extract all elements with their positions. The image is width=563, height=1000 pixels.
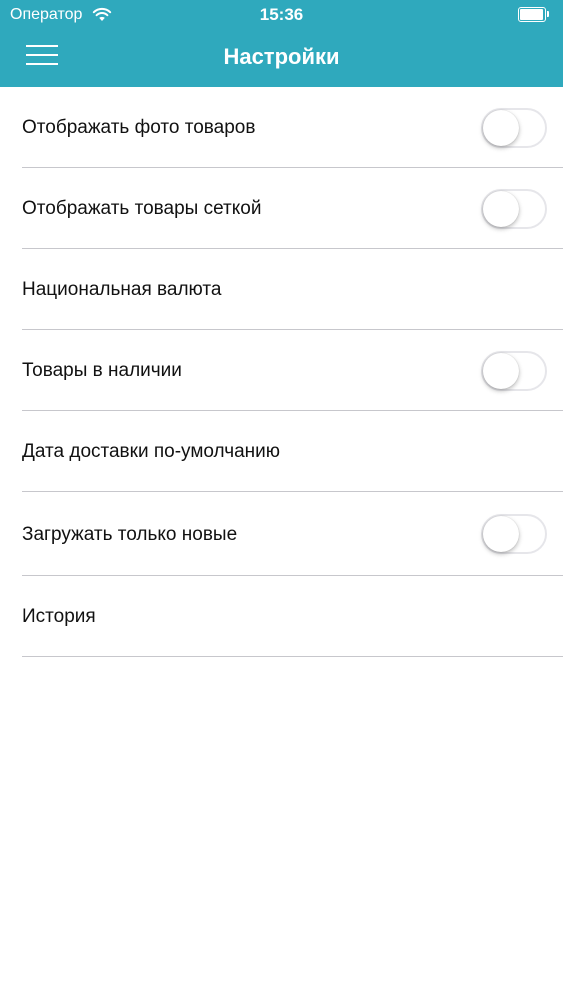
setting-label: Товары в наличии [22, 360, 182, 381]
settings-list: Отображать фото товаров Отображать товар… [0, 87, 563, 657]
toggle-knob [483, 353, 519, 389]
nav-bar: Оператор 15:36 Настройки [0, 0, 563, 87]
toggle-switch[interactable] [481, 108, 547, 148]
page-title: Настройки [223, 44, 340, 69]
setting-label: Загружать только новые [22, 524, 238, 545]
toggle-switch[interactable] [481, 351, 547, 391]
toggle-knob [483, 191, 519, 227]
setting-show-products-grid[interactable]: Отображать товары сеткой [0, 168, 563, 249]
toggle-switch[interactable] [481, 189, 547, 229]
setting-national-currency[interactable]: Национальная валюта [0, 249, 563, 330]
setting-label: Национальная валюта [22, 279, 222, 300]
setting-history[interactable]: История [0, 576, 563, 657]
setting-products-in-stock[interactable]: Товары в наличии [0, 330, 563, 411]
setting-label: Дата доставки по-умолчанию [22, 441, 281, 462]
toggle-knob [483, 110, 519, 146]
setting-label: История [22, 606, 96, 627]
settings-screen: Оператор 15:36 Настройки Отображать фото… [0, 0, 563, 1000]
setting-default-delivery-date[interactable]: Дата доставки по-умолчанию [0, 411, 563, 492]
divider [22, 656, 563, 657]
toggle-knob [483, 516, 519, 552]
setting-show-product-photos[interactable]: Отображать фото товаров [0, 87, 563, 168]
battery-icon [518, 7, 550, 22]
status-time: 15:36 [259, 5, 304, 24]
setting-label: Отображать фото товаров [22, 117, 256, 138]
setting-load-only-new[interactable]: Загружать только новые [0, 492, 563, 576]
toggle-switch[interactable] [481, 514, 547, 554]
setting-label: Отображать товары сеткой [22, 198, 262, 219]
